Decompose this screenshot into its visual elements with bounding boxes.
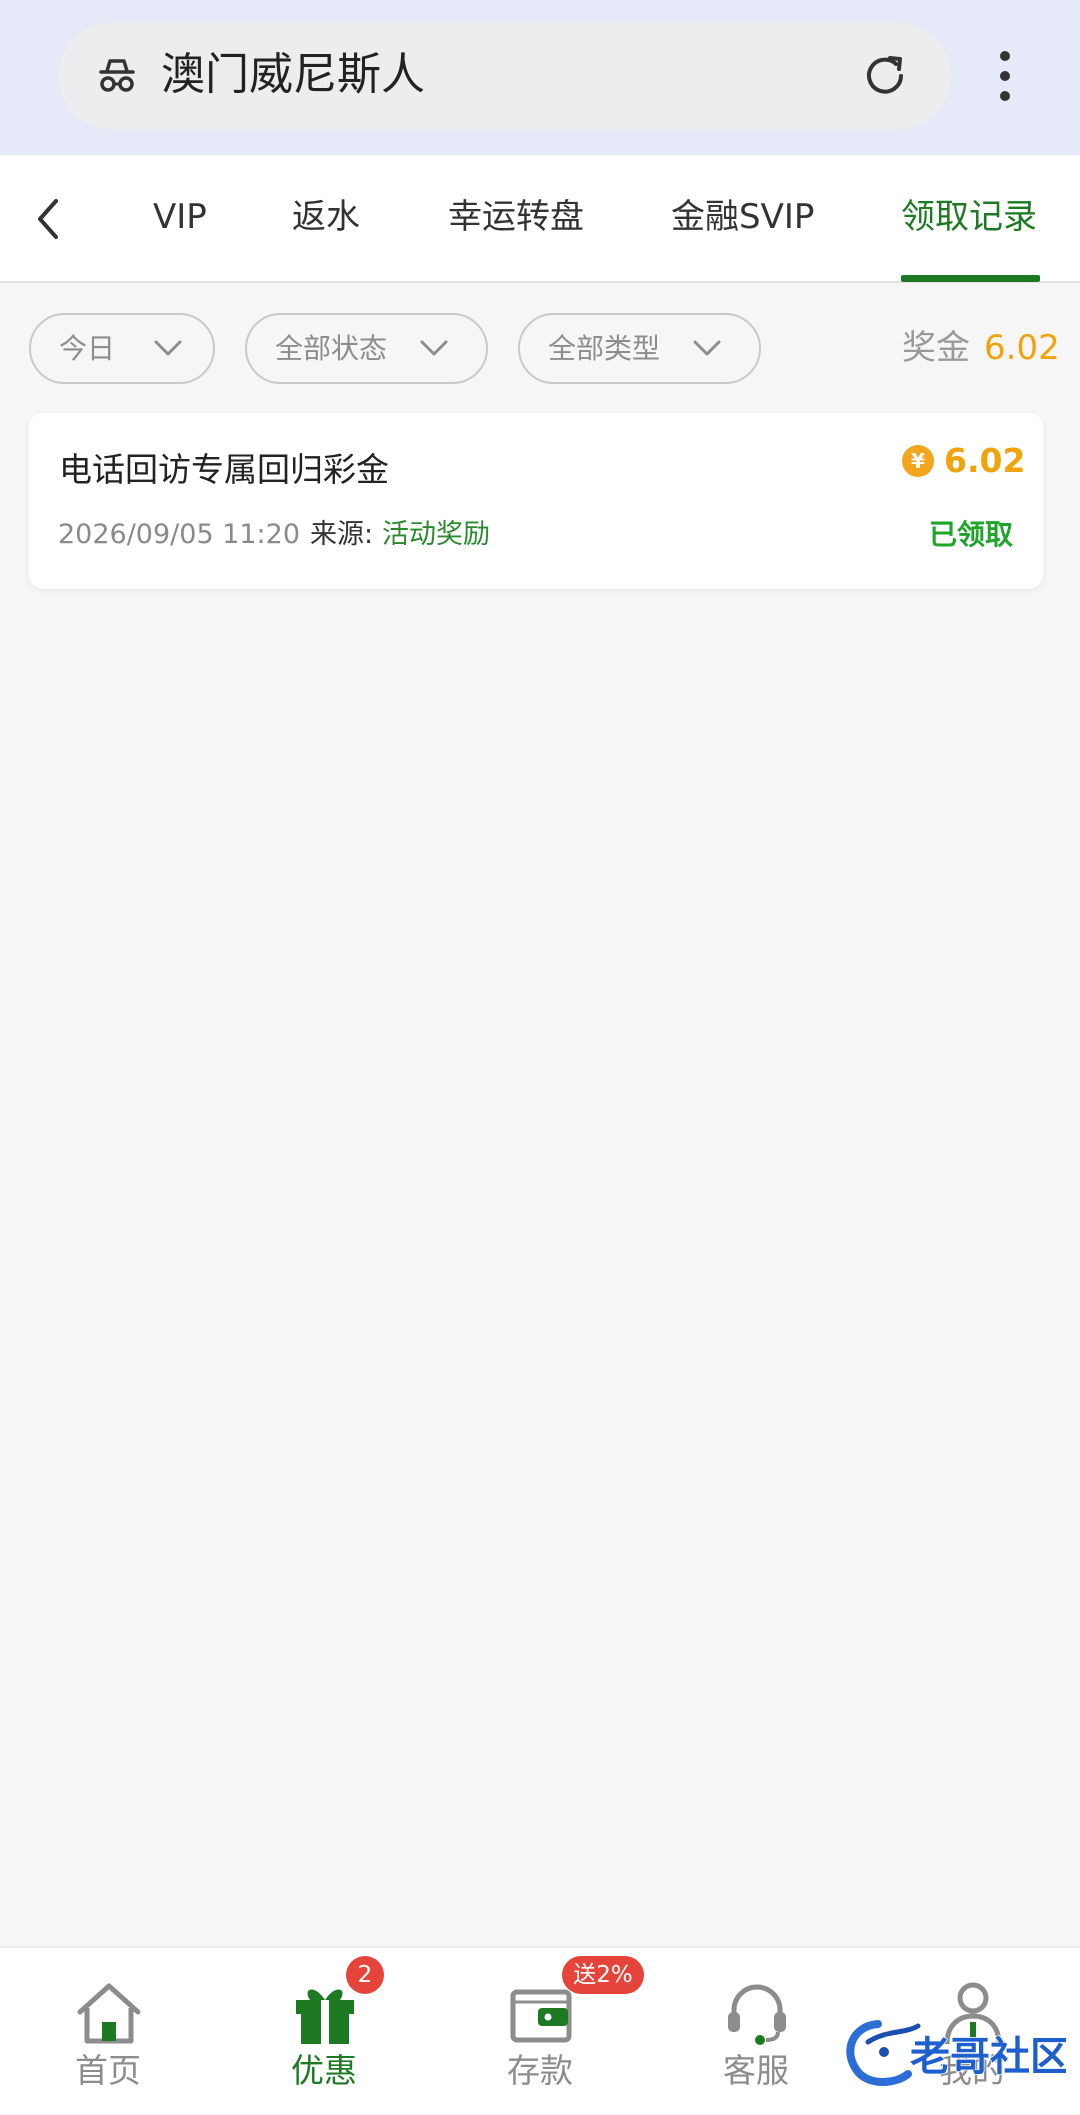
- home-icon: [77, 1983, 141, 2044]
- chevron-down-icon: [154, 340, 182, 356]
- watermark-logo: 老哥社区: [846, 2020, 1066, 2086]
- status-filter-select[interactable]: 全部状态: [245, 313, 488, 384]
- nav-label-deposit: 存款: [507, 2051, 573, 2090]
- gift-icon: [296, 1989, 354, 2044]
- record-card[interactable]: 电话回访专属回归彩金 ¥ 6.02 2026/09/05 11:20 来源: 活…: [29, 413, 1043, 589]
- page-title: 澳门威尼斯人: [161, 49, 425, 100]
- wallet-icon: [510, 1989, 572, 2043]
- incognito-icon: [99, 59, 135, 92]
- record-source-value: 活动奖励: [382, 519, 490, 550]
- browser-toolbar: 澳门威尼斯人: [0, 0, 1080, 155]
- headset-icon: [728, 1984, 786, 2045]
- record-datetime: 2026/09/05 11:20: [58, 519, 301, 550]
- coin-icon: ¥: [902, 445, 934, 477]
- date-filter-select[interactable]: 今日: [29, 313, 215, 384]
- svg-text:老哥社区: 老哥社区: [910, 2034, 1066, 2080]
- nav-item-deposit[interactable]: 送2% 存款: [432, 1948, 648, 2115]
- tab-vip[interactable]: VIP: [153, 155, 207, 283]
- bonus-total-value: 6.02: [984, 328, 1060, 368]
- nav-label-promotions: 优惠: [291, 2051, 357, 2090]
- active-tab-indicator: [901, 275, 1040, 282]
- chevron-left-icon[interactable]: [28, 195, 68, 243]
- chevron-down-icon: [693, 340, 721, 356]
- type-filter-label: 全部类型: [548, 332, 661, 365]
- address-bar[interactable]: 澳门威尼斯人: [59, 22, 951, 130]
- type-filter-select[interactable]: 全部类型: [518, 313, 761, 384]
- nav-item-promotions[interactable]: 2 优惠: [216, 1948, 432, 2115]
- record-amount: 6.02: [944, 441, 1026, 480]
- date-filter-label: 今日: [59, 332, 116, 365]
- record-source-label: 来源:: [310, 519, 374, 550]
- record-status: 已领取: [929, 518, 1014, 551]
- status-filter-label: 全部状态: [275, 332, 388, 365]
- tab-claim-records[interactable]: 领取记录: [901, 155, 1037, 283]
- tab-bar: VIP 返水 幸运转盘 金融SVIP 领取记录: [0, 155, 1080, 283]
- chevron-down-icon: [420, 340, 448, 356]
- tab-rebate[interactable]: 返水: [292, 155, 360, 283]
- tab-lucky-wheel[interactable]: 幸运转盘: [448, 155, 584, 283]
- nav-item-support[interactable]: 客服: [648, 1948, 864, 2115]
- nav-label-support: 客服: [723, 2051, 789, 2090]
- deposit-badge: 送2%: [562, 1956, 644, 1994]
- nav-item-home[interactable]: 首页: [0, 1948, 216, 2115]
- tab-finance-svip[interactable]: 金融SVIP: [671, 155, 814, 283]
- promotions-badge: 2: [346, 1956, 384, 1994]
- more-vert-icon[interactable]: [985, 48, 1025, 108]
- reload-icon[interactable]: [859, 50, 911, 102]
- record-title: 电话回访专属回归彩金: [59, 450, 389, 489]
- nav-label-home: 首页: [75, 2051, 141, 2090]
- bonus-total-label: 奖金: [902, 328, 970, 368]
